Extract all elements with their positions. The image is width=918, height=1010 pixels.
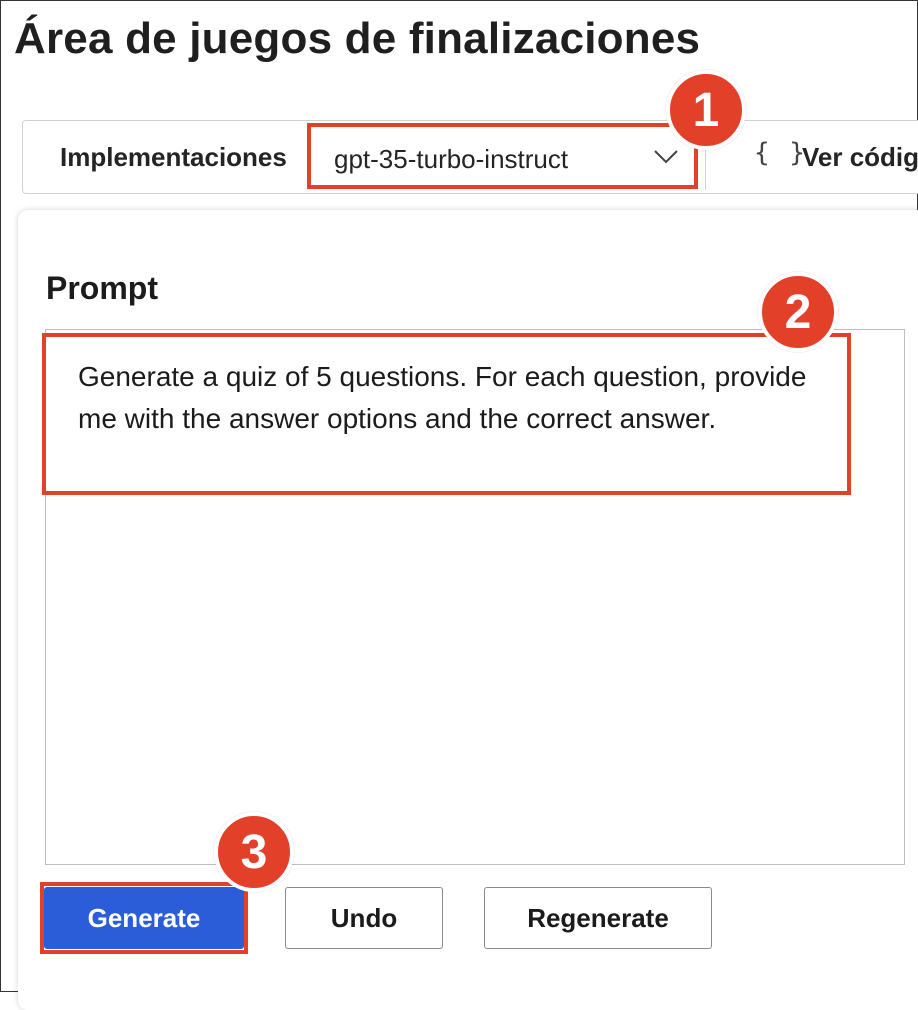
- generate-button[interactable]: Generate: [44, 887, 244, 949]
- regenerate-button[interactable]: Regenerate: [484, 887, 712, 949]
- view-code-label: Ver códig: [802, 142, 918, 172]
- page-title: Área de juegos de finalizaciones: [14, 14, 701, 63]
- step-badge-2: 2: [758, 272, 838, 352]
- deployments-label: Implementaciones: [60, 142, 287, 172]
- code-braces-icon: { }: [754, 138, 807, 168]
- undo-button[interactable]: Undo: [285, 887, 443, 949]
- step-badge-3: 3: [214, 812, 294, 892]
- deployment-value: gpt-35-turbo-instruct: [334, 144, 569, 174]
- prompt-text: Generate a quiz of 5 questions. For each…: [78, 361, 807, 434]
- step-badge-1: 1: [666, 70, 746, 150]
- prompt-heading: Prompt: [46, 270, 158, 306]
- chevron-down-icon: [654, 150, 678, 164]
- deployment-dropdown[interactable]: gpt-35-turbo-instruct: [306, 126, 706, 190]
